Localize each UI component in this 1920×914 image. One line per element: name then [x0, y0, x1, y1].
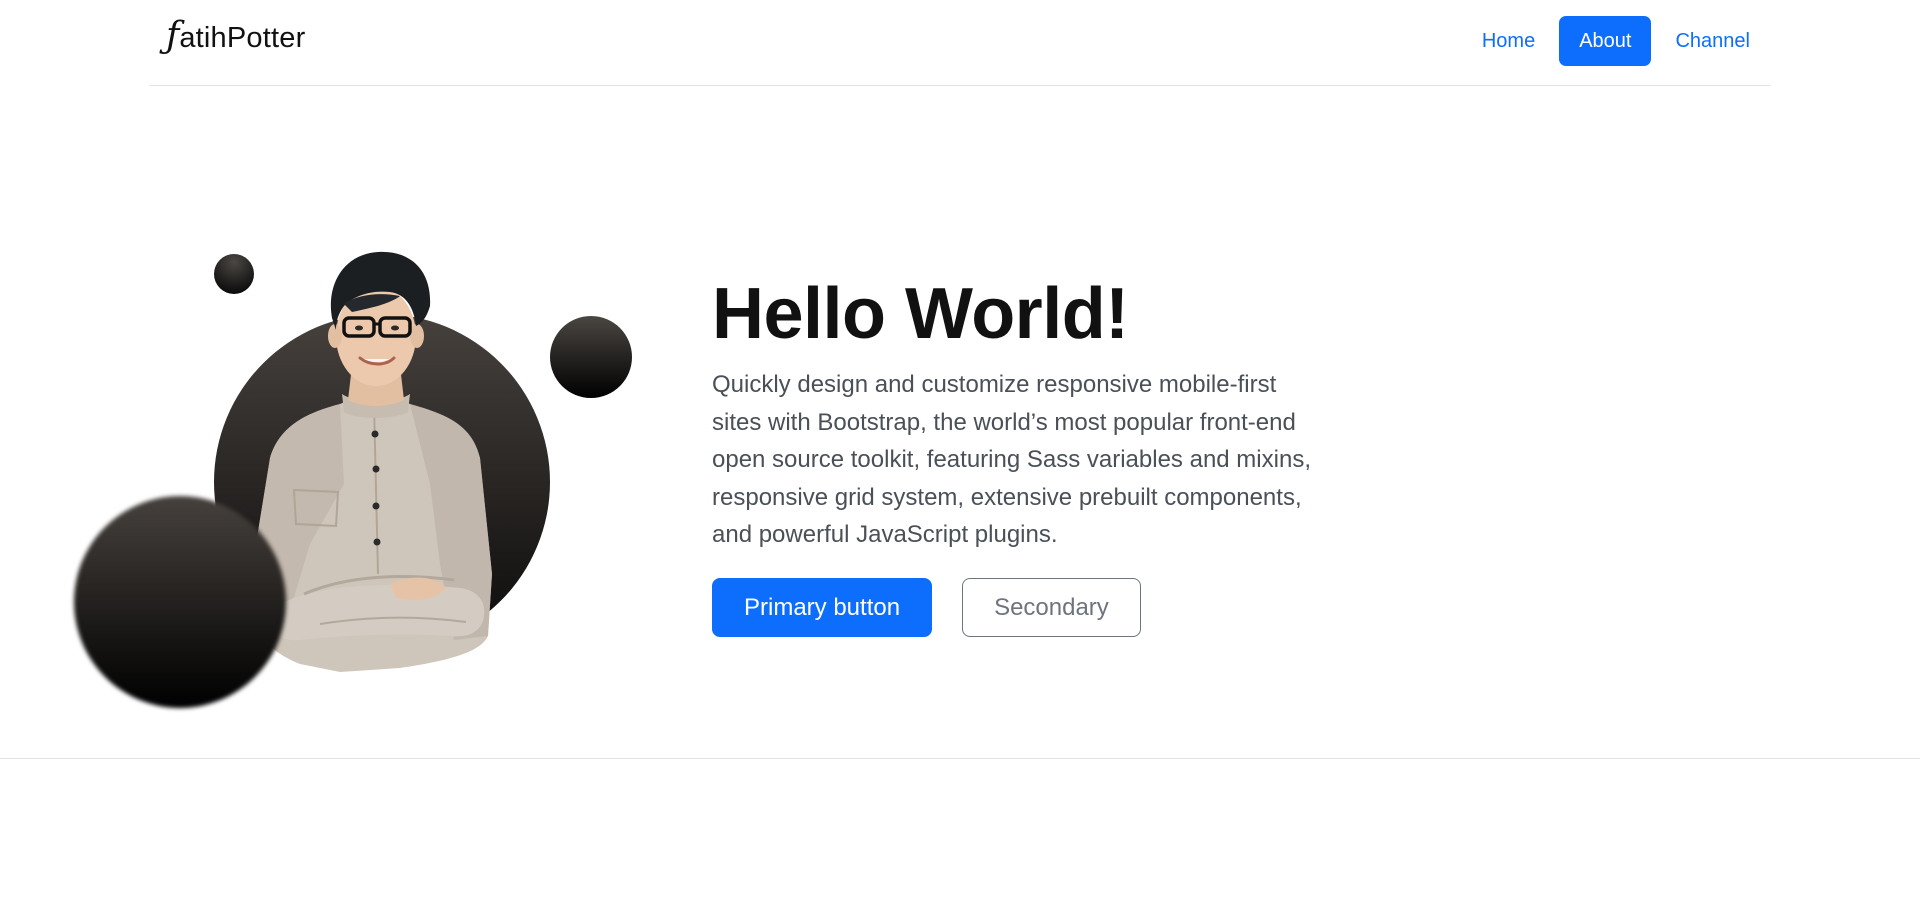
main-nav: Home About Channel	[1462, 16, 1770, 66]
primary-button[interactable]: Primary button	[712, 578, 933, 637]
decor-bubble-blurred	[74, 496, 286, 708]
hero-title: Hello World!	[712, 274, 1129, 354]
secondary-button[interactable]: Secondary	[962, 578, 1141, 637]
hero-actions: Primary button Secondary	[712, 578, 1141, 637]
nav-about[interactable]: About	[1559, 16, 1652, 66]
decor-bubble-right	[550, 316, 632, 398]
nav-home[interactable]: Home	[1462, 16, 1555, 66]
hero-illustration	[0, 0, 700, 740]
section-divider	[0, 758, 1920, 759]
nav-channel[interactable]: Channel	[1655, 16, 1770, 66]
hero-copy: Hello World! Quickly design and customiz…	[712, 268, 1332, 554]
hero-lead: Quickly design and customize responsive …	[712, 371, 1311, 548]
